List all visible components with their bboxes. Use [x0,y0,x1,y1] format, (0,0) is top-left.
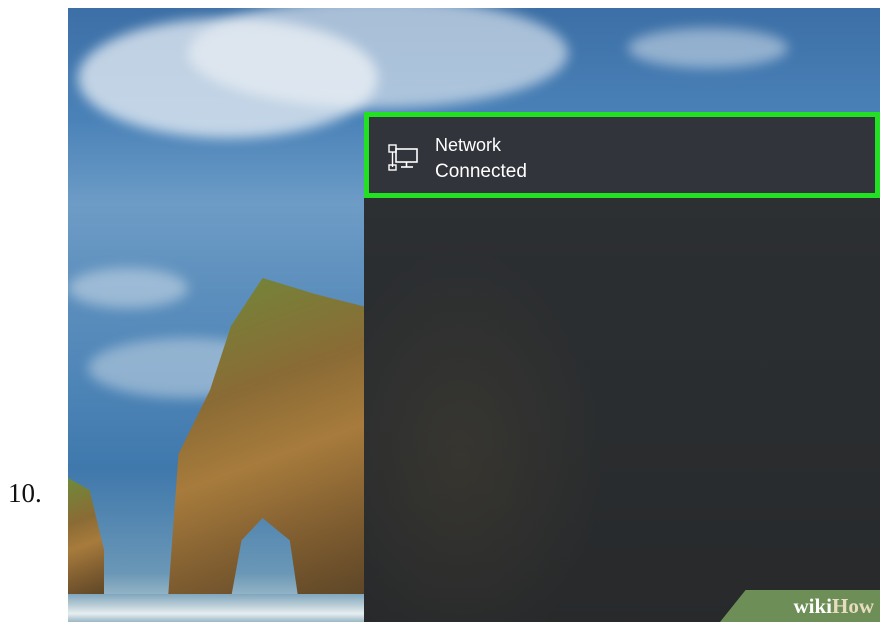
cloud [628,28,788,68]
network-status: Connected [435,161,527,182]
sea-arch-rock [168,278,378,598]
desktop-screenshot: Network Connected wiki How [68,8,880,622]
panel-blur [364,248,604,622]
network-title: Network [435,135,502,155]
sea-waves [68,594,368,622]
wikihow-watermark: wiki How [720,590,880,622]
network-connection-tile[interactable]: Network Connected [364,112,880,198]
step-number: 10. [8,478,42,508]
small-rock [68,478,104,598]
cloud [68,268,188,308]
watermark-how: How [832,593,874,618]
ethernet-monitor-icon [388,144,418,171]
watermark-wiki: wiki [793,593,832,618]
